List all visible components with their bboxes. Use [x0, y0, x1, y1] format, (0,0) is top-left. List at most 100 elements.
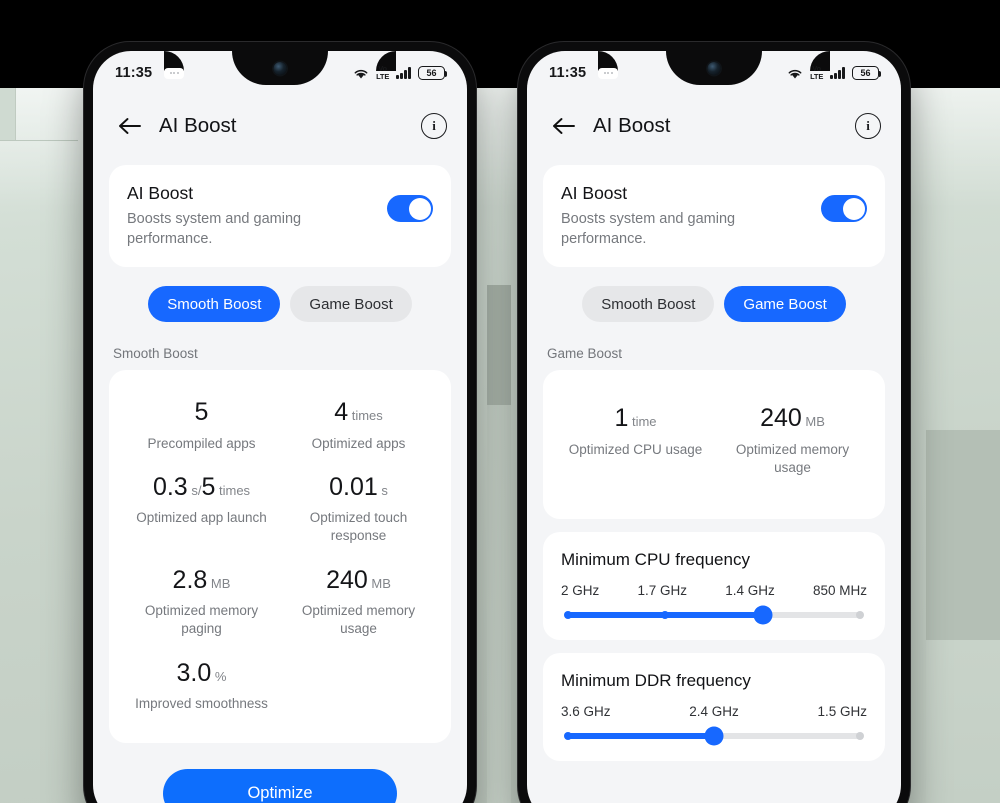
smooth-boost-stats-grid: 5 Precompiled apps 4 times Optimized apps 0.… [123, 390, 437, 725]
stat-label: Optimized CPU usage [568, 441, 703, 457]
status-bar: 11:35 Vo LTE 56 [527, 51, 901, 95]
stat-item: 3.0 % Improved smoothness [123, 651, 280, 726]
stat-label: Optimized apps [311, 435, 406, 451]
background-strip-middle [487, 285, 511, 405]
optimize-button-wrap: Optimize [109, 743, 451, 803]
status-bar: 11:35 Vo LTE 56 [93, 51, 467, 95]
wifi-icon [788, 69, 802, 78]
slider-tick-label: 1.7 GHz [637, 582, 687, 598]
section-label-smooth-boost: Smooth Boost [113, 346, 198, 361]
page-title: AI Boost [593, 114, 671, 137]
background-strip-middle-lower [487, 405, 511, 803]
stat-value: 0.3 s/5 times [152, 472, 251, 501]
slider-stop[interactable] [856, 610, 864, 619]
slider-stop[interactable] [661, 610, 670, 619]
status-time: 11:35 [115, 65, 153, 81]
battery-level: 56 [860, 68, 871, 78]
stat-item: 4 times Optimized apps [280, 390, 437, 465]
phone-left: 11:35 Vo LTE 56 AI Boost i AI Boost Boos… [84, 42, 476, 803]
cpu-slider-title: Minimum CPU frequency [561, 549, 750, 569]
stat-label: Optimized app launch [136, 510, 267, 526]
ai-boost-toggle[interactable] [821, 195, 867, 222]
battery-level: 56 [426, 68, 437, 78]
phone-left-screen: 11:35 Vo LTE 56 AI Boost i AI Boost Boos… [93, 51, 467, 803]
stat-value: 2.8 MB [172, 565, 231, 594]
stat-item: 240 MB Optimized memory usage [280, 558, 437, 651]
tab-game-boost[interactable]: Game Boost [724, 286, 846, 322]
tab-smooth-boost[interactable]: Smooth Boost [582, 286, 715, 322]
stat-label: Improved smoothness [135, 696, 268, 712]
ai-boost-toggle[interactable] [387, 195, 433, 222]
game-boost-stats-grid: 1 time Optimized CPU usage 240 MB Optimized… [557, 396, 871, 489]
slider-stop[interactable] [564, 610, 572, 619]
scene-backdrop: 11:35 Vo LTE 56 AI Boost i AI Boost Boos… [0, 0, 1000, 803]
info-icon[interactable]: i [421, 113, 447, 139]
ai-boost-card: AI Boost Boosts system and gaming perfor… [543, 165, 885, 267]
volte-icon: Vo LTE [376, 64, 390, 81]
slider-tick-label: 3.6 GHz [561, 703, 611, 719]
stat-value: 5 [194, 398, 209, 426]
back-arrow-icon[interactable] [113, 110, 145, 142]
phone-right-screen: 11:35 Vo LTE 56 AI Boost i AI Boost Boos… [527, 51, 901, 803]
cpu-slider[interactable] [564, 605, 864, 625]
stat-label: Precompiled apps [147, 435, 256, 451]
back-arrow-icon[interactable] [547, 110, 579, 142]
toggle-knob [842, 197, 865, 220]
slider-tick-label: 850 MHz [812, 582, 867, 598]
cpu-frequency-card: Minimum CPU frequency 2 GHz 1.7 GHz 1.4 GH… [543, 531, 885, 640]
stat-item: 2.8 MB Optimized memory paging [123, 558, 280, 651]
app-bar: AI Boost i [93, 95, 467, 157]
slider-thumb[interactable] [753, 605, 773, 625]
info-icon[interactable]: i [855, 113, 881, 139]
stat-value: 240 MB [760, 404, 825, 432]
background-seam [0, 140, 78, 141]
info-glyph: i [432, 118, 436, 133]
volte-icon: Vo LTE [810, 64, 824, 81]
section-label-game-boost: Game Boost [547, 346, 623, 361]
wifi-icon [354, 69, 368, 78]
stat-value: 4 times [334, 398, 383, 426]
status-time: 11:35 [549, 65, 587, 81]
background-panel-left [0, 88, 16, 140]
slider-stop[interactable] [564, 731, 572, 740]
page-title: AI Boost [159, 114, 237, 137]
game-boost-stats-card: 1 time Optimized CPU usage 240 MB Optimized… [543, 370, 885, 519]
slider-stop[interactable] [856, 731, 864, 740]
slider-tick-label: 2.4 GHz [689, 703, 739, 719]
signal-bars-icon [830, 67, 845, 79]
stat-item: 240 MB Optimized memory usage [714, 396, 871, 489]
stat-item: 1 time Optimized CPU usage [557, 396, 714, 489]
cpu-slider-ticks: 2 GHz 1.7 GHz 1.4 GHz 850 MHz [561, 583, 867, 598]
ddr-slider[interactable] [564, 726, 864, 746]
stat-item: 0.3 s/5 times Optimized app launch [123, 465, 280, 558]
phone-right: 11:35 Vo LTE 56 AI Boost i AI Boost Boos… [518, 42, 910, 803]
ai-boost-subtitle: Boosts system and gaming performance. [127, 211, 302, 247]
slider-tick-label: 1.4 GHz [725, 582, 775, 598]
stat-value: 3.0 % [176, 658, 227, 687]
battery-icon: 56 [852, 66, 882, 80]
screen-content-left: AI Boost Boosts system and gaming perfor… [93, 157, 467, 803]
stat-item: 0.01 s Optimized touch response [280, 465, 437, 558]
ddr-frequency-card: Minimum DDR frequency 3.6 GHz 2.4 GHz 1.5 … [543, 652, 885, 761]
stat-value: 240 MB [326, 565, 391, 594]
battery-icon: 56 [418, 66, 448, 80]
tab-smooth-boost[interactable]: Smooth Boost [148, 286, 281, 322]
boost-mode-segments: Smooth Boost Game Boost [543, 286, 885, 322]
ddr-slider-ticks: 3.6 GHz 2.4 GHz 1.5 GHz [561, 704, 867, 719]
notification-pill-icon [598, 67, 619, 79]
smooth-boost-stats-card: 5 Precompiled apps 4 times Optimized apps 0.… [109, 370, 451, 744]
ai-boost-subtitle: Boosts system and gaming performance. [561, 211, 736, 247]
optimize-button[interactable]: Optimize [163, 769, 397, 803]
ai-boost-title: AI Boost [561, 183, 628, 203]
slider-tick-label: 1.5 GHz [817, 703, 867, 719]
screen-content-right: AI Boost Boosts system and gaming perfor… [527, 157, 901, 761]
stat-label: Optimized memory usage [301, 603, 416, 637]
stat-value: 1 time [614, 404, 657, 432]
signal-bars-icon [396, 67, 411, 79]
slider-fill [568, 732, 714, 739]
stat-value: 0.01 s [329, 472, 388, 501]
stat-label: Optimized memory paging [144, 603, 259, 637]
slider-thumb[interactable] [704, 726, 724, 746]
tab-game-boost[interactable]: Game Boost [290, 286, 412, 322]
background-block-right [926, 430, 1000, 640]
